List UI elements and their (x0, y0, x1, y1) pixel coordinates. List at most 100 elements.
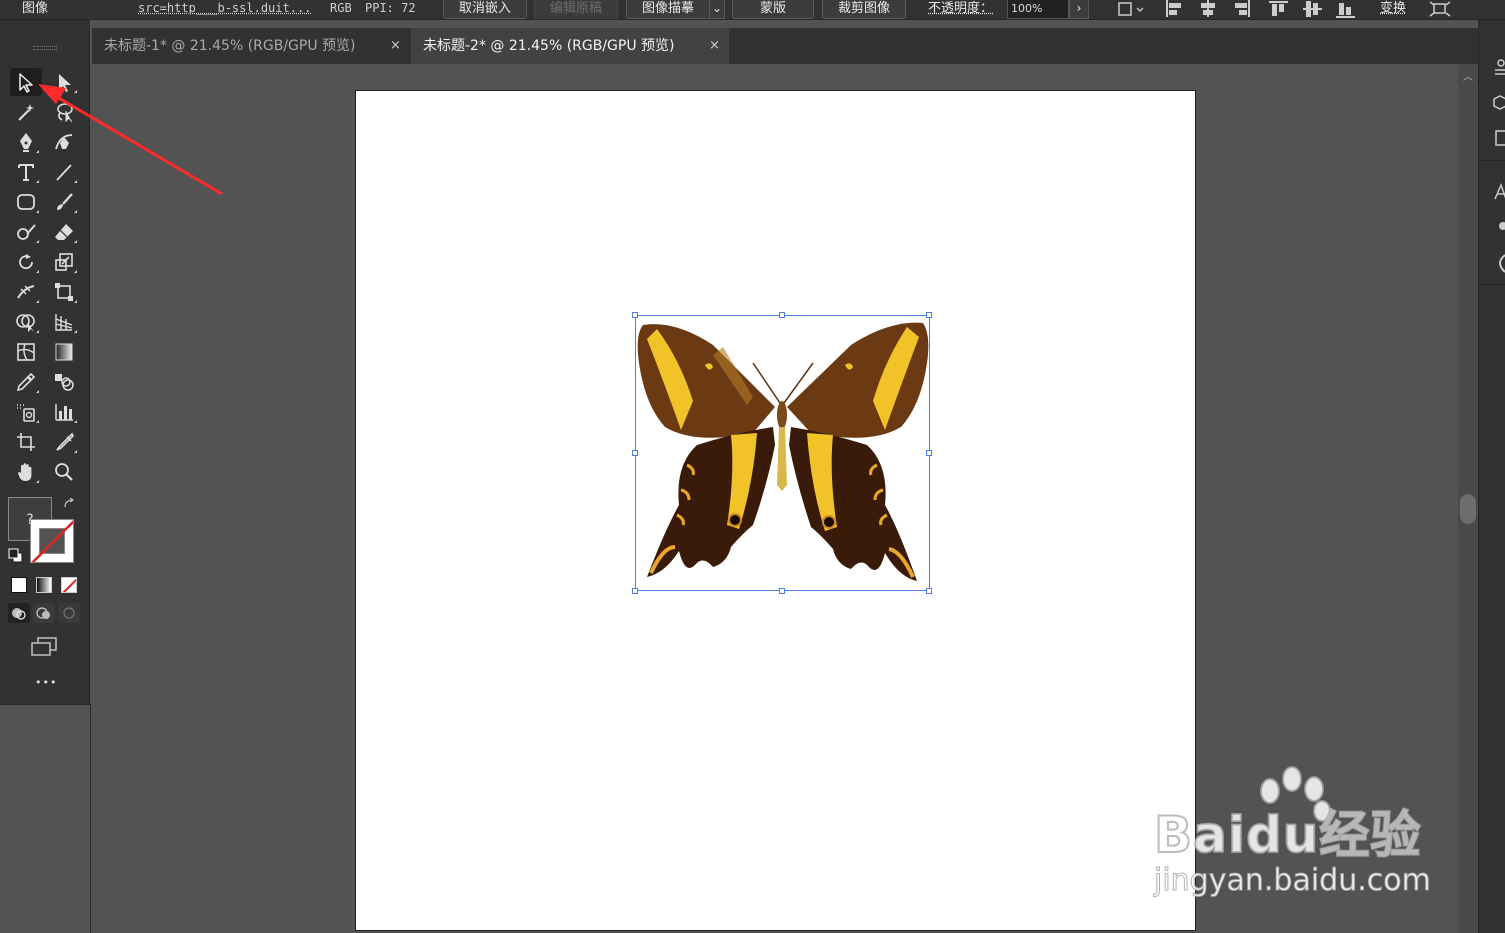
control-bar: 图像 src=http___b-ssl.duit... RGB PPI: 72 … (0, 0, 1505, 20)
width-icon (17, 285, 35, 299)
watermark-brand-text: Baidu经验 (1153, 805, 1422, 865)
opacity-input[interactable]: 100% (1007, 0, 1069, 19)
width-tool[interactable] (10, 278, 42, 306)
zoom-tool[interactable] (48, 458, 80, 486)
handle-top-left[interactable] (632, 312, 638, 318)
linked-file-name[interactable]: src=http___b-ssl.duit... (138, 0, 322, 19)
lasso-tool[interactable] (48, 98, 80, 126)
character-panel-icon[interactable] (1493, 182, 1505, 202)
right-panel-dock (1478, 20, 1505, 933)
shape-builder-tool[interactable] (10, 308, 42, 336)
symbol-sprayer-icon (17, 404, 35, 422)
properties-panel-icon[interactable] (1493, 58, 1505, 78)
align-top-icon[interactable] (1268, 0, 1290, 19)
line-segment-icon (56, 164, 72, 181)
edit-original-button[interactable]: 编辑原稿 (534, 0, 618, 19)
transform-object-icon[interactable] (1115, 0, 1147, 19)
swap-fill-stroke-icon[interactable] (62, 497, 78, 511)
line-segment-tool[interactable] (48, 158, 80, 186)
handle-bottom-left[interactable] (632, 588, 638, 594)
draw-behind-button[interactable] (33, 603, 55, 623)
draw-normal-button[interactable] (8, 603, 30, 623)
scale-icon (55, 253, 73, 271)
color-guide-panel-icon[interactable] (1493, 218, 1505, 234)
type-tool[interactable] (10, 158, 42, 186)
curvature-tool[interactable] (48, 128, 80, 156)
perspective-grid-tool[interactable] (48, 308, 80, 336)
layers-panel-icon[interactable] (1493, 128, 1505, 148)
draw-inside-button[interactable] (58, 603, 80, 623)
hand-tool[interactable] (10, 458, 42, 486)
stroke-panel-icon[interactable] (1493, 252, 1505, 274)
default-fill-stroke-icon[interactable] (8, 548, 24, 564)
magic-wand-tool[interactable] (10, 98, 42, 126)
mask-button[interactable]: 蒙版 (732, 0, 814, 19)
symbol-sprayer-tool[interactable] (10, 398, 42, 426)
scrollbar-thumb[interactable] (1460, 494, 1476, 524)
libraries-panel-icon[interactable] (1493, 94, 1505, 114)
vertical-scrollbar[interactable]: ︿ (1458, 64, 1478, 933)
paintbrush-icon (57, 193, 73, 210)
handle-middle-left[interactable] (632, 450, 638, 456)
scroll-up-icon[interactable]: ︿ (1463, 68, 1473, 83)
shaper-tool[interactable] (10, 218, 42, 246)
crop-image-button[interactable]: 裁剪图像 (822, 0, 906, 19)
selection-arrow-icon (19, 73, 33, 93)
image-trace-button[interactable]: 图像描摹 (626, 0, 710, 19)
shape-builder-icon (16, 314, 35, 332)
pen-tool[interactable] (10, 128, 42, 156)
selection-bounding-box (635, 315, 930, 591)
image-trace-dropdown-icon[interactable]: ⌄ (709, 0, 725, 19)
toolbar-grip-icon[interactable] (33, 46, 57, 50)
align-vertical-center-icon[interactable] (1302, 0, 1324, 19)
handle-top-center[interactable] (779, 312, 785, 318)
artboard-tool[interactable] (10, 428, 42, 456)
gradient-tool[interactable] (48, 338, 80, 366)
selection-tool[interactable] (10, 68, 42, 96)
handle-bottom-center[interactable] (779, 588, 785, 594)
none-button[interactable] (61, 577, 77, 593)
paintbrush-tool[interactable] (48, 188, 80, 216)
edit-toolbar-more-icon[interactable]: ••• (35, 676, 57, 689)
direct-selection-arrow-icon (59, 74, 71, 92)
shaper-icon (17, 224, 36, 240)
toolbar-empty-area (0, 704, 91, 933)
blend-icon (55, 374, 74, 391)
curvature-pen-icon (55, 134, 73, 150)
align-bottom-icon[interactable] (1335, 0, 1357, 19)
slice-tool[interactable] (48, 428, 80, 456)
gradient-button[interactable] (36, 577, 52, 593)
tab-document-2-close-icon[interactable]: × (709, 28, 720, 64)
rounded-rectangle-tool[interactable] (10, 188, 42, 216)
column-graph-tool[interactable] (48, 398, 80, 426)
isolate-selected-icon[interactable] (1428, 0, 1452, 19)
none-slash-icon (62, 578, 76, 592)
tab-document-1[interactable]: 未标题-1* @ 21.45% (RGB/GPU 预览) × (92, 28, 410, 64)
tab-document-1-close-icon[interactable]: × (390, 28, 401, 64)
handle-top-right[interactable] (926, 312, 932, 318)
rotate-tool[interactable] (10, 248, 42, 276)
screen-mode-icon[interactable] (30, 636, 60, 658)
opacity-label[interactable]: 不透明度： (928, 0, 993, 19)
tab-document-2[interactable]: 未标题-2* @ 21.45% (RGB/GPU 预览) × (411, 28, 729, 64)
unembed-button[interactable]: 取消嵌入 (443, 0, 527, 19)
handle-bottom-right[interactable] (926, 588, 932, 594)
free-transform-tool[interactable] (48, 278, 80, 306)
align-left-icon[interactable] (1163, 0, 1185, 19)
color-button[interactable] (11, 577, 27, 593)
no-stroke-slash-icon (31, 520, 73, 562)
transform-button[interactable]: 变换 (1380, 0, 1406, 19)
align-horizontal-center-icon[interactable] (1197, 0, 1219, 19)
mesh-tool[interactable] (10, 338, 42, 366)
opacity-more-chevron[interactable]: › (1069, 0, 1089, 19)
eraser-tool[interactable] (48, 218, 80, 246)
rotate-icon (19, 254, 33, 270)
scale-tool[interactable] (48, 248, 80, 276)
direct-selection-tool[interactable] (48, 68, 80, 96)
handle-middle-right[interactable] (926, 450, 932, 456)
align-right-icon[interactable] (1231, 0, 1253, 19)
column-graph-icon (55, 404, 73, 421)
blend-tool[interactable] (48, 368, 80, 396)
eyedropper-tool[interactable] (10, 368, 42, 396)
stroke-color-swatch[interactable] (30, 519, 74, 563)
